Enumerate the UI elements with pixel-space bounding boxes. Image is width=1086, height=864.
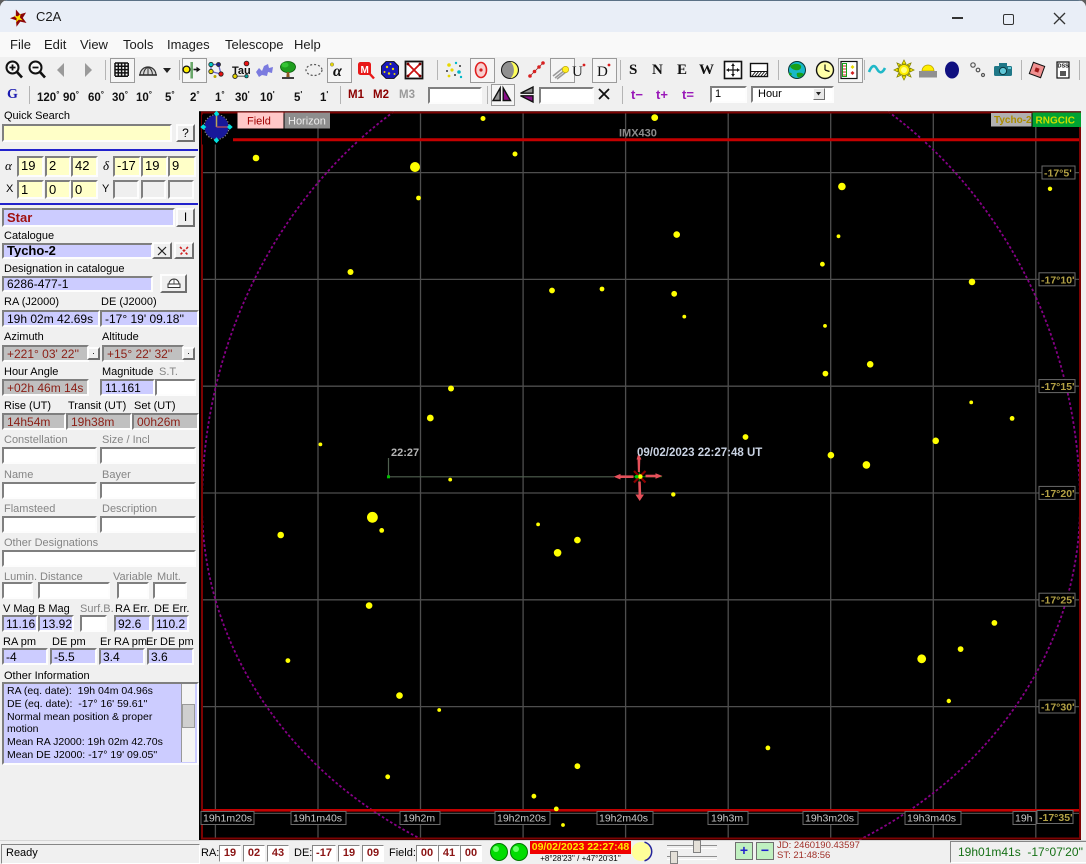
svg-text:RNGCIC: RNGCIC xyxy=(1036,116,1075,127)
svg-text:19h1m40s: 19h1m40s xyxy=(293,813,342,825)
svg-text:α: α xyxy=(333,63,343,80)
svg-text:D: D xyxy=(597,64,608,80)
svg-text:U: U xyxy=(572,64,583,80)
svg-text:-17°15': -17°15' xyxy=(1041,381,1075,393)
svg-text:19h3m: 19h3m xyxy=(711,813,743,825)
svg-text:-17°35': -17°35' xyxy=(1039,812,1073,824)
svg-text:Field: Field xyxy=(247,116,271,128)
svg-text:Tycho-2: Tycho-2 xyxy=(994,115,1032,126)
svg-text:-17°30': -17°30' xyxy=(1041,702,1075,714)
svg-text:-17°25': -17°25' xyxy=(1041,595,1075,607)
svg-text:-17°10': -17°10' xyxy=(1041,274,1075,286)
svg-text:-17°20': -17°20' xyxy=(1041,488,1075,500)
svg-text:IMX430: IMX430 xyxy=(619,128,657,140)
svg-text:19h2m40s: 19h2m40s xyxy=(599,813,648,825)
svg-text:19h3m20s: 19h3m20s xyxy=(805,813,854,825)
svg-text:09/02/2023 22:27:48 UT: 09/02/2023 22:27:48 UT xyxy=(637,447,762,459)
svg-text:19h2m20s: 19h2m20s xyxy=(497,813,546,825)
svg-text:19h1m20s: 19h1m20s xyxy=(203,813,252,825)
svg-text:19h3m40s: 19h3m40s xyxy=(907,813,956,825)
svg-text:19h2m: 19h2m xyxy=(403,813,435,825)
svg-text:Horizon: Horizon xyxy=(288,116,326,128)
svg-text:DSS: DSS xyxy=(1058,64,1070,70)
svg-text:M: M xyxy=(361,65,369,76)
svg-text:19h: 19h xyxy=(1015,813,1033,825)
svg-text:-17°5': -17°5' xyxy=(1044,168,1072,180)
svg-text:22:27: 22:27 xyxy=(391,447,419,459)
